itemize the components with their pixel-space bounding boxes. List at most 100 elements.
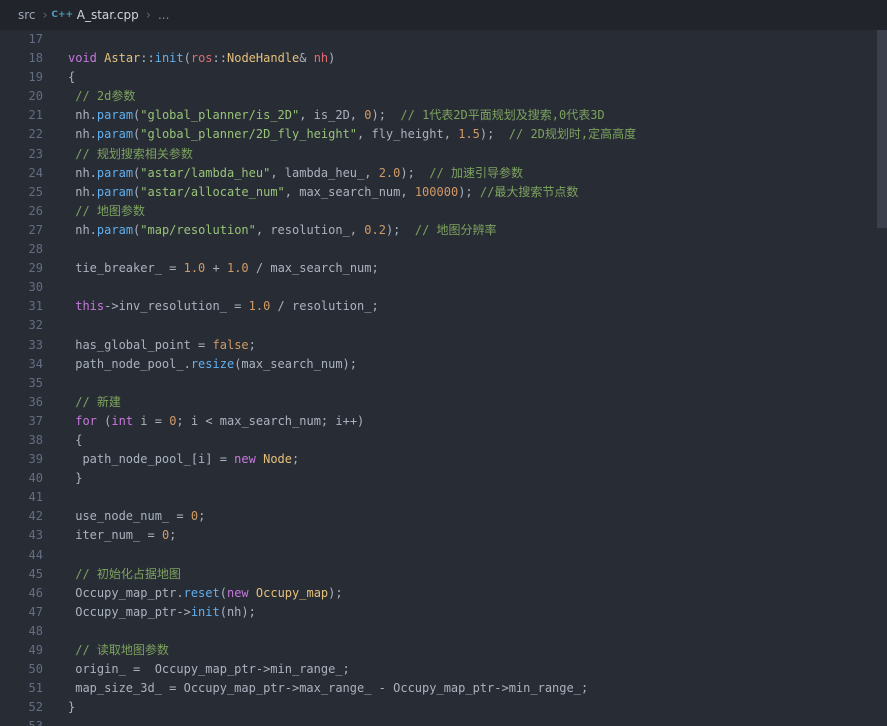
token-pl: path_node_pool_[i] =	[82, 452, 235, 467]
code-line[interactable]: 31 this->inv_resolution_ = 1.0 / resolut…	[0, 297, 887, 316]
vertical-scrollbar[interactable]	[877, 30, 887, 726]
token-fn: param	[96, 165, 134, 180]
code-line[interactable]: 49 // 读取地图参数	[0, 641, 887, 660]
token-cmt: // 地图分辨率	[400, 222, 497, 237]
line-number[interactable]: 49	[0, 641, 43, 660]
line-number[interactable]: 35	[0, 374, 43, 393]
code-text: // 新建	[43, 393, 121, 412]
line-number[interactable]: 53	[0, 717, 43, 726]
token-cmt: // 2d参数	[75, 89, 136, 104]
code-line[interactable]: 47 Occupy_map_ptr->init(nh);	[0, 603, 887, 622]
code-line[interactable]: 24 nh.param("astar/lambda_heu", lambda_h…	[0, 164, 887, 183]
token-type: Occupy_map	[255, 585, 329, 600]
code-line[interactable]: 19 {	[0, 68, 887, 87]
code-line[interactable]: 41	[0, 488, 887, 507]
code-line[interactable]: 22 nh.param("global_planner/2D_fly_heigh…	[0, 125, 887, 144]
line-number[interactable]: 40	[0, 469, 43, 488]
token-cmt: // 新建	[75, 394, 121, 409]
line-number[interactable]: 47	[0, 603, 43, 622]
code-line[interactable]: 38 {	[0, 431, 887, 450]
line-number[interactable]: 20	[0, 87, 43, 106]
token-pl: i =	[133, 413, 170, 428]
line-number[interactable]: 18	[0, 49, 43, 68]
code-line[interactable]: 48	[0, 622, 887, 641]
code-line[interactable]: 20 // 2d参数	[0, 87, 887, 106]
token-num: 2.0	[378, 165, 401, 180]
line-number[interactable]: 44	[0, 546, 43, 565]
code-line[interactable]: 45 // 初始化占据地图	[0, 565, 887, 584]
line-number[interactable]: 32	[0, 316, 43, 335]
token-pl: ; i < max_search_num; i++)	[176, 413, 365, 428]
line-number[interactable]: 27	[0, 221, 43, 240]
line-number[interactable]: 17	[0, 30, 43, 49]
line-number[interactable]: 23	[0, 145, 43, 164]
code-line[interactable]: 28	[0, 240, 887, 259]
line-number[interactable]: 26	[0, 202, 43, 221]
code-line[interactable]: 39 path_node_pool_[i] = new Node;	[0, 450, 887, 469]
code-line[interactable]: 51 map_size_3d_ = Occupy_map_ptr->max_ra…	[0, 679, 887, 698]
line-number[interactable]: 30	[0, 278, 43, 297]
code-line[interactable]: 23 // 规划搜索相关参数	[0, 145, 887, 164]
code-line[interactable]: 52}	[0, 698, 887, 717]
code-line[interactable]: 21 nh.param("global_planner/is_2D", is_2…	[0, 106, 887, 125]
line-number[interactable]: 22	[0, 125, 43, 144]
token-pl: iter_num_ =	[75, 528, 162, 543]
line-number[interactable]: 48	[0, 622, 43, 641]
line-number[interactable]: 29	[0, 259, 43, 278]
line-number[interactable]: 46	[0, 584, 43, 603]
code-line[interactable]: 33 has_global_point = false;	[0, 336, 887, 355]
token-num: 1.0	[183, 261, 206, 276]
scrollbar-thumb[interactable]	[877, 30, 887, 228]
code-line[interactable]: 35	[0, 374, 887, 393]
code-line[interactable]: 32	[0, 316, 887, 335]
token-pl: ::	[140, 51, 155, 66]
line-number[interactable]: 24	[0, 164, 43, 183]
code-line[interactable]: 42 use_node_num_ = 0;	[0, 507, 887, 526]
line-number[interactable]: 43	[0, 526, 43, 545]
line-number[interactable]: 39	[0, 450, 43, 469]
line-number[interactable]: 52	[0, 698, 43, 717]
code-line[interactable]: 53	[0, 717, 887, 726]
code-line[interactable]: 26 // 地图参数	[0, 202, 887, 221]
line-number[interactable]: 25	[0, 183, 43, 202]
code-line[interactable]: 43 iter_num_ = 0;	[0, 526, 887, 545]
breadcrumb-file[interactable]: A_star.cpp	[77, 8, 139, 22]
line-number[interactable]: 31	[0, 297, 43, 316]
code-line[interactable]: 17	[0, 30, 887, 49]
code-line[interactable]: 37 for (int i = 0; i < max_search_num; i…	[0, 412, 887, 431]
line-number[interactable]: 38	[0, 431, 43, 450]
code-line[interactable]: 29 tie_breaker_ = 1.0 + 1.0 / max_search…	[0, 259, 887, 278]
line-number[interactable]: 36	[0, 393, 43, 412]
code-line[interactable]: 40 }	[0, 469, 887, 488]
code-area[interactable]: 17 18 void Astar::init(ros::NodeHandle& nh…	[0, 30, 887, 726]
token-pl: &	[299, 51, 314, 66]
code-line[interactable]: 30	[0, 278, 887, 297]
code-line[interactable]: 18 void Astar::init(ros::NodeHandle& nh)	[0, 49, 887, 68]
line-number[interactable]: 19	[0, 68, 43, 87]
line-number[interactable]: 51	[0, 679, 43, 698]
code-line[interactable]: 25 nh.param("astar/allocate_num", max_se…	[0, 183, 887, 202]
code-line[interactable]: 50 origin_ = Occupy_map_ptr->min_range_;	[0, 660, 887, 679]
breadcrumb-folder[interactable]: src	[18, 8, 36, 22]
code-line[interactable]: 34 path_node_pool_.resize(max_search_num…	[0, 355, 887, 374]
code-line[interactable]: 44	[0, 546, 887, 565]
line-number[interactable]: 50	[0, 660, 43, 679]
code-line[interactable]: 27 nh.param("map/resolution", resolution…	[0, 221, 887, 240]
line-number[interactable]: 33	[0, 336, 43, 355]
breadcrumb-symbol-ellipsis[interactable]: ...	[158, 8, 169, 22]
token-fn: reset	[183, 585, 220, 600]
code-line[interactable]: 46 Occupy_map_ptr.reset(new Occupy_map);	[0, 584, 887, 603]
code-line[interactable]: 36 // 新建	[0, 393, 887, 412]
line-number[interactable]: 28	[0, 240, 43, 259]
line-number[interactable]: 42	[0, 507, 43, 526]
token-kw: for	[75, 413, 97, 428]
token-pl: , max_search_num,	[284, 184, 415, 199]
line-number[interactable]: 21	[0, 106, 43, 125]
line-number[interactable]: 34	[0, 355, 43, 374]
line-number[interactable]: 41	[0, 488, 43, 507]
line-number[interactable]: 45	[0, 565, 43, 584]
line-number[interactable]: 37	[0, 412, 43, 431]
